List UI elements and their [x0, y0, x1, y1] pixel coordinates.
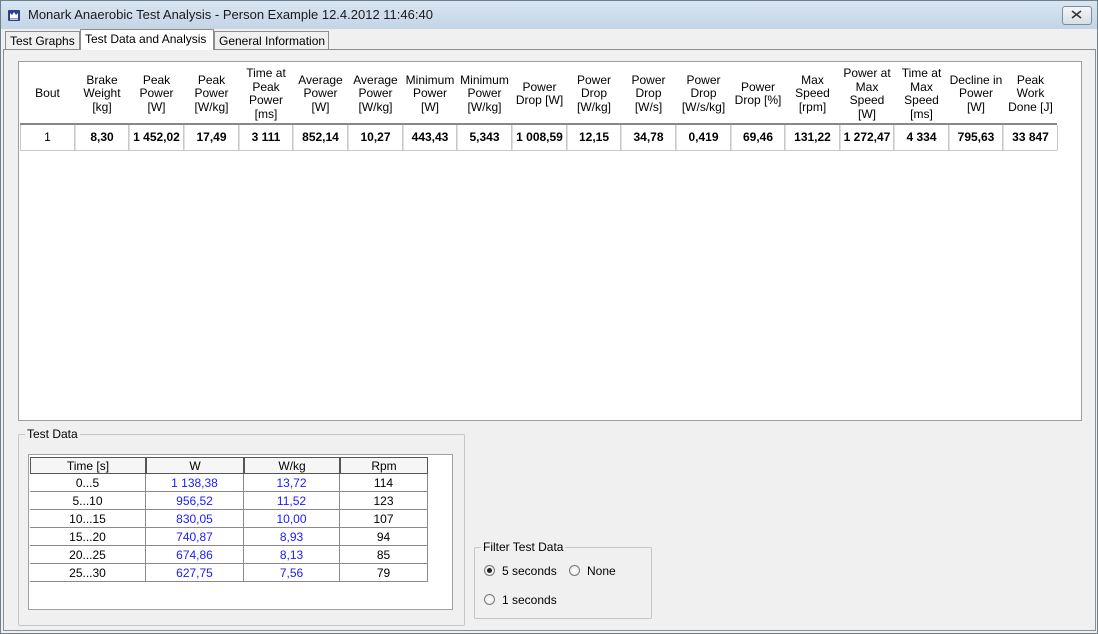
window-title: Monark Anaerobic Test Analysis - Person …	[28, 7, 433, 22]
table-cell[interactable]: 852,14	[293, 125, 348, 150]
filter-none-radio[interactable]: None	[569, 563, 616, 579]
table-cell[interactable]: 795,63	[949, 125, 1003, 150]
table-cell[interactable]: 1 008,59	[512, 125, 567, 150]
test-data-cell[interactable]: 1 138,38	[146, 474, 244, 492]
test-data-group: Test Data Time [s] W W/kg Rpm 0...5 1 138,38…	[18, 427, 465, 626]
table-cell[interactable]: 8,30	[75, 125, 129, 150]
column-header[interactable]: Peak Work Done [J]	[1003, 66, 1058, 122]
title-bar[interactable]: Monark Anaerobic Test Analysis - Person …	[1, 1, 1097, 29]
column-header[interactable]: Power at Max Speed [W]	[840, 66, 894, 122]
column-header[interactable]: Power Drop [W]	[512, 66, 567, 122]
test-data-cell[interactable]: 956,52	[146, 492, 244, 510]
column-header[interactable]: Brake Weight [kg]	[75, 66, 129, 122]
table-cell[interactable]: 34,78	[621, 125, 676, 150]
test-data-cell[interactable]: 13,72	[244, 474, 340, 492]
close-button[interactable]	[1062, 6, 1092, 25]
test-data-cell[interactable]: 123	[340, 492, 428, 510]
test-data-column-header[interactable]: W	[146, 457, 244, 474]
test-data-cell[interactable]: 107	[340, 510, 428, 528]
test-data-cell[interactable]: 830,05	[146, 510, 244, 528]
test-data-cell[interactable]: 627,75	[146, 564, 244, 582]
test-data-cell[interactable]: 5...10	[30, 492, 146, 510]
filter-test-data-label: Filter Test Data	[481, 540, 566, 554]
test-data-column-header[interactable]: Time [s]	[30, 457, 146, 474]
table-cell[interactable]: 131,22	[785, 125, 840, 150]
table-row[interactable]: 1 8,30 1 452,02 17,49 3 111 852,14 10,27 443,43…	[20, 125, 1058, 151]
tab-test-data-and-analysis[interactable]: Test Data and Analysis	[80, 29, 214, 50]
test-data-cell[interactable]: 114	[340, 474, 428, 492]
table-cell[interactable]: 33 847	[1003, 125, 1058, 150]
column-header[interactable]: Time at Peak Power [ms]	[239, 66, 293, 122]
table-cell[interactable]: 10,27	[348, 125, 403, 150]
column-header[interactable]: Power Drop [W/s]	[621, 66, 676, 122]
test-data-cell[interactable]: 85	[340, 546, 428, 564]
table-cell[interactable]: 12,15	[567, 125, 621, 150]
crown-icon	[7, 8, 21, 22]
app-window: Monark Anaerobic Test Analysis - Person …	[0, 0, 1098, 634]
column-header[interactable]: Power Drop [%]	[731, 66, 785, 122]
test-data-cell[interactable]: 0...5	[30, 474, 146, 492]
column-header[interactable]: Minimum Power [W]	[403, 66, 457, 122]
close-icon	[1071, 10, 1082, 19]
column-header[interactable]: Bout	[20, 66, 75, 122]
test-data-cell[interactable]: 10...15	[30, 510, 146, 528]
test-data-cell[interactable]: 740,87	[146, 528, 244, 546]
filter-5-seconds-label: 5 seconds	[502, 564, 557, 578]
table-cell[interactable]: 69,46	[731, 125, 785, 150]
test-data-cell[interactable]: 8,13	[244, 546, 340, 564]
filter-none-label: None	[587, 564, 616, 578]
column-header[interactable]: Max Speed [rpm]	[785, 66, 840, 122]
table-cell[interactable]: 1 272,47	[840, 125, 894, 150]
radio-unselected-icon	[569, 565, 580, 576]
test-data-cell[interactable]: 79	[340, 564, 428, 582]
tab-strip: Test Graphs Test Data and Analysis Gener…	[3, 29, 1095, 50]
test-data-cell[interactable]: 15...20	[30, 528, 146, 546]
tab-test-graphs[interactable]: Test Graphs	[5, 31, 80, 49]
filter-test-data-group: Filter Test Data 5 seconds None 1 second…	[474, 540, 652, 619]
filter-1-seconds-label: 1 seconds	[502, 593, 557, 607]
table-cell[interactable]: 5,343	[457, 125, 512, 150]
test-data-cell[interactable]: 8,93	[244, 528, 340, 546]
column-header[interactable]: Average Power [W]	[293, 66, 348, 122]
column-header[interactable]: Power Drop [W/s/kg]	[676, 66, 731, 122]
radio-unselected-icon	[484, 594, 495, 605]
tab-panel: Bout Brake Weight [kg] Peak Power [W] Peak …	[3, 49, 1096, 631]
test-data-cell[interactable]: 11,52	[244, 492, 340, 510]
table-cell[interactable]: 17,49	[184, 125, 239, 150]
table-cell[interactable]: 3 111	[239, 125, 293, 150]
table-cell[interactable]: 1 452,02	[129, 125, 184, 150]
table-cell[interactable]: 4 334	[894, 125, 949, 150]
test-data-cell[interactable]: 10,00	[244, 510, 340, 528]
test-data-label: Test Data	[25, 427, 80, 441]
test-data-cell[interactable]: 94	[340, 528, 428, 546]
column-header[interactable]: Average Power [W/kg]	[348, 66, 403, 122]
table-cell[interactable]: 1	[20, 125, 75, 150]
table-cell[interactable]: 443,43	[403, 125, 457, 150]
test-data-cell[interactable]: 7,56	[244, 564, 340, 582]
test-data-cell[interactable]: 25...30	[30, 564, 146, 582]
column-header[interactable]: Minimum Power [W/kg]	[457, 66, 512, 122]
test-data-grid[interactable]: Time [s] W W/kg Rpm 0...5 1 138,38 13,72 114 5.…	[28, 454, 453, 610]
column-header[interactable]: Time at Max Speed [ms]	[894, 66, 949, 122]
filter-5-seconds-radio[interactable]: 5 seconds	[484, 563, 557, 579]
test-data-cell[interactable]: 20...25	[30, 546, 146, 564]
tab-general-information[interactable]: General Information	[214, 31, 329, 49]
test-data-column-header[interactable]: W/kg	[244, 457, 340, 474]
test-data-column-header[interactable]: Rpm	[340, 457, 428, 474]
column-header[interactable]: Peak Power [W/kg]	[184, 66, 239, 122]
column-header[interactable]: Decline in Power [W]	[949, 66, 1003, 122]
results-grid[interactable]: Bout Brake Weight [kg] Peak Power [W] Peak …	[18, 61, 1082, 421]
test-data-cell[interactable]: 674,86	[146, 546, 244, 564]
filter-1-seconds-radio[interactable]: 1 seconds	[484, 592, 557, 608]
radio-selected-icon	[484, 565, 495, 576]
table-cell[interactable]: 0,419	[676, 125, 731, 150]
column-header[interactable]: Power Drop [W/kg]	[567, 66, 621, 122]
column-header[interactable]: Peak Power [W]	[129, 66, 184, 122]
